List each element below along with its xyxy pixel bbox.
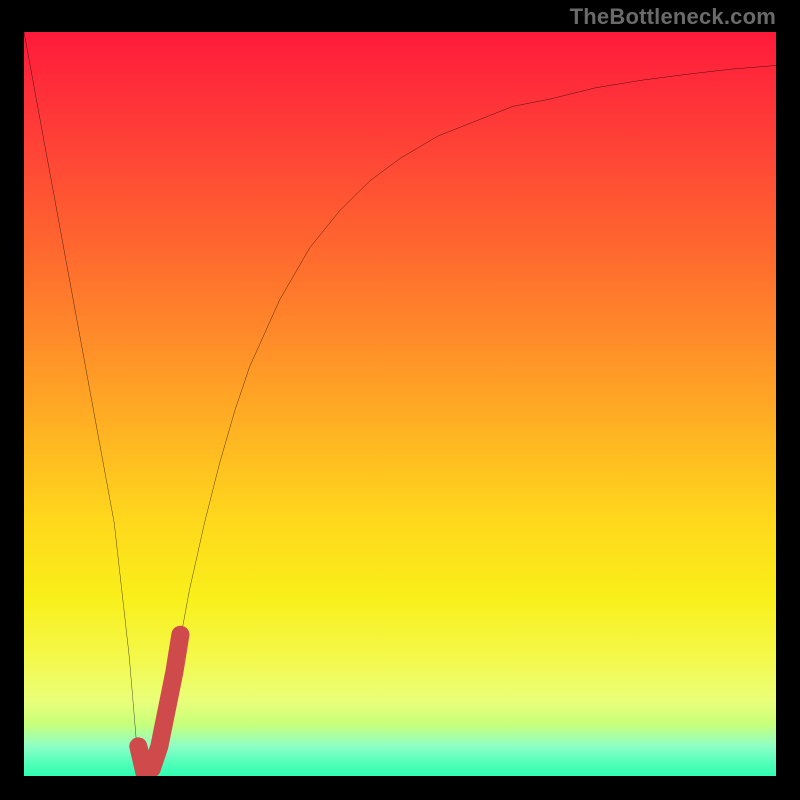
bottleneck-curve <box>24 32 776 776</box>
plot-area <box>24 32 776 776</box>
curve-layer <box>24 32 776 776</box>
watermark-text: TheBottleneck.com <box>570 4 776 30</box>
highlighted-segment <box>138 635 180 773</box>
chart-frame: TheBottleneck.com <box>0 0 800 800</box>
